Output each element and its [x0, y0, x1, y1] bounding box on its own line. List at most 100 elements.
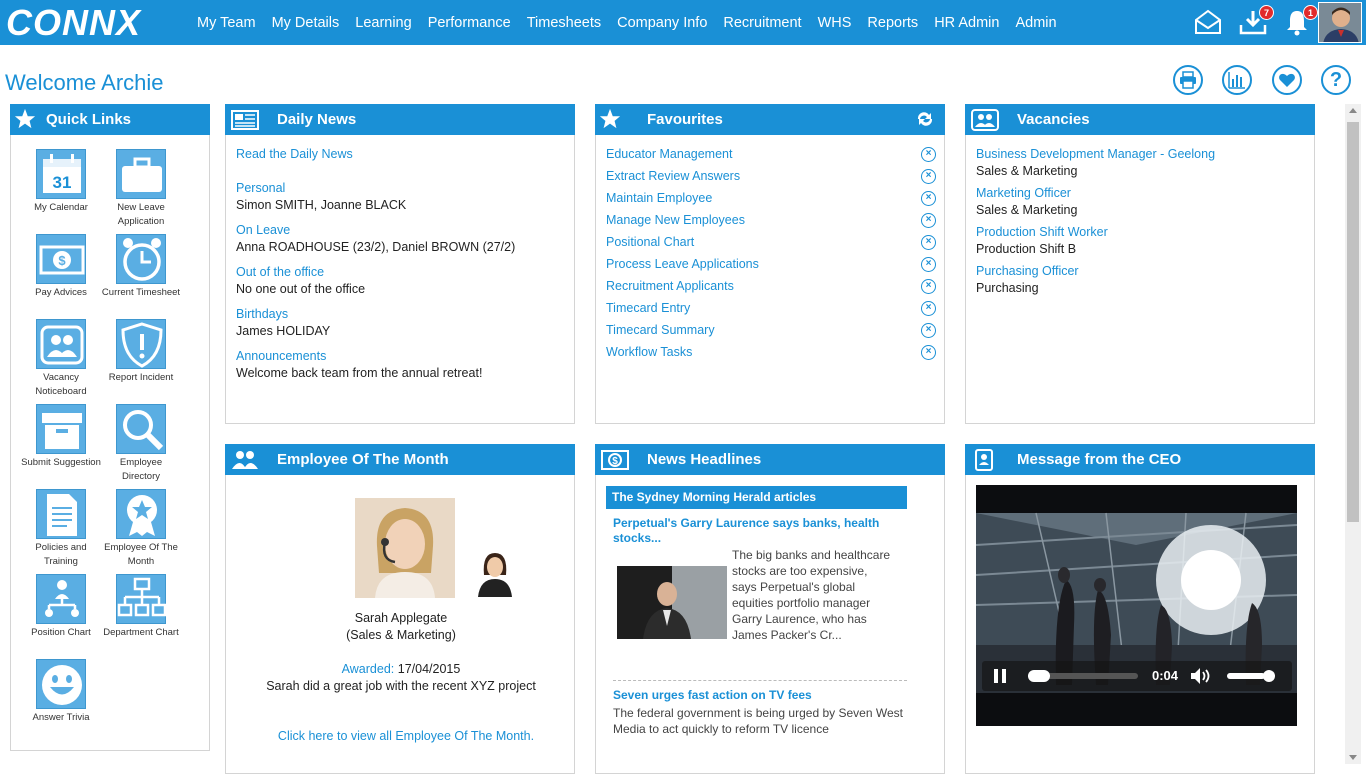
article-headline[interactable]: Seven urges fast action on TV fees	[613, 688, 903, 702]
page-scrollbar[interactable]	[1345, 104, 1361, 764]
pause-icon[interactable]	[992, 668, 1008, 684]
chart-icon[interactable]	[1222, 65, 1252, 95]
remove-favourite-icon[interactable]: ×	[921, 345, 936, 360]
vacancy-title-link[interactable]: Business Development Manager - Geelong	[976, 147, 1215, 161]
view-all-eotm-link[interactable]: Click here to view all Employee Of The M…	[226, 729, 586, 743]
user-avatar[interactable]	[1318, 2, 1362, 43]
calendar-icon: 31	[36, 149, 86, 199]
favourite-link[interactable]: Recruitment Applicants	[606, 279, 734, 293]
employee-thumbnail[interactable]	[470, 547, 520, 597]
volume-slider[interactable]	[1227, 670, 1276, 682]
quick-link-label: Position Chart	[31, 627, 91, 638]
article-summary: The big banks and healthcare stocks are …	[732, 548, 891, 642]
quick-link-employee-of-the-month[interactable]: Employee Of The Month	[101, 489, 181, 569]
ceo-video-player[interactable]: 0:04	[976, 485, 1297, 726]
mail-icon[interactable]	[1193, 7, 1223, 37]
download-icon[interactable]: 7	[1238, 5, 1274, 37]
scroll-thumb[interactable]	[1347, 122, 1359, 522]
scroll-down-arrow[interactable]	[1349, 755, 1357, 760]
news-section-heading[interactable]: Birthdays	[236, 307, 288, 321]
vacancy-title-link[interactable]: Purchasing Officer	[976, 264, 1079, 278]
nav-my-details[interactable]: My Details	[264, 15, 348, 31]
scroll-up-arrow[interactable]	[1349, 108, 1357, 113]
contact-card-icon	[975, 449, 993, 471]
remove-favourite-icon[interactable]: ×	[921, 213, 936, 228]
quick-link-department-chart[interactable]: Department Chart	[101, 574, 181, 640]
print-icon[interactable]	[1173, 65, 1203, 95]
quick-link-my-calendar[interactable]: 31 My Calendar	[21, 149, 101, 215]
favourite-link[interactable]: Positional Chart	[606, 235, 694, 249]
nav-admin[interactable]: Admin	[1007, 15, 1064, 31]
video-seek-handle[interactable]	[1028, 670, 1050, 682]
heart-icon[interactable]	[1272, 65, 1302, 95]
nav-performance[interactable]: Performance	[420, 15, 519, 31]
nav-reports[interactable]: Reports	[859, 15, 926, 31]
favourite-link[interactable]: Maintain Employee	[606, 191, 712, 205]
daily-news-panel: Daily News Read the Daily News Personal S…	[225, 104, 575, 424]
nav-hr-admin[interactable]: HR Admin	[926, 15, 1007, 31]
video-seek-bar[interactable]	[1028, 670, 1138, 682]
quick-link-vacancy-noticeboard[interactable]: Vacancy Noticeboard	[21, 319, 101, 399]
news-section-heading[interactable]: Personal	[236, 181, 285, 195]
eotm-title: Employee Of The Month	[277, 451, 449, 468]
news-section-heading[interactable]: Announcements	[236, 349, 326, 363]
remove-favourite-icon[interactable]: ×	[921, 301, 936, 316]
nav-learning[interactable]: Learning	[347, 15, 419, 31]
favourite-link[interactable]: Workflow Tasks	[606, 345, 692, 359]
shield-alert-icon	[116, 319, 166, 369]
quick-link-pay-advices[interactable]: $ Pay Advices	[21, 234, 101, 300]
remove-favourite-icon[interactable]: ×	[921, 257, 936, 272]
nav-whs[interactable]: WHS	[810, 15, 860, 31]
quick-link-label: Current Timesheet	[101, 287, 181, 298]
quick-link-answer-trivia[interactable]: Answer Trivia	[21, 659, 101, 725]
svg-text:$: $	[612, 456, 618, 467]
award-icon	[116, 489, 166, 539]
read-daily-news-link[interactable]: Read the Daily News	[236, 147, 353, 161]
remove-favourite-icon[interactable]: ×	[921, 147, 936, 162]
favourite-link[interactable]: Extract Review Answers	[606, 169, 740, 183]
nav-company-info[interactable]: Company Info	[609, 15, 715, 31]
favourite-link[interactable]: Timecard Entry	[606, 301, 690, 315]
remove-favourite-icon[interactable]: ×	[921, 191, 936, 206]
ceo-header: Message from the CEO	[965, 444, 1315, 475]
quick-link-new-leave-application[interactable]: New Leave Application	[101, 149, 181, 229]
remove-favourite-icon[interactable]: ×	[921, 323, 936, 338]
quick-link-employee-directory[interactable]: Employee Directory	[101, 404, 181, 484]
nav-recruitment[interactable]: Recruitment	[715, 15, 809, 31]
volume-icon[interactable]	[1190, 667, 1212, 685]
news-section-text: No one out of the office	[236, 282, 366, 296]
quick-link-label: New Leave Application	[117, 202, 165, 227]
nav-my-team[interactable]: My Team	[189, 15, 264, 31]
quick-link-label: Employee Of The Month	[104, 542, 178, 567]
remove-favourite-icon[interactable]: ×	[921, 235, 936, 250]
news-section-heading[interactable]: Out of the office	[236, 265, 324, 279]
help-icon[interactable]: ?	[1321, 65, 1351, 95]
connx-logo[interactable]: CONNX	[6, 5, 162, 39]
vacancy-title-link[interactable]: Marketing Officer	[976, 186, 1071, 200]
quick-link-current-timesheet[interactable]: Current Timesheet	[101, 234, 181, 300]
bell-icon[interactable]: 1	[1282, 5, 1318, 37]
favourite-link[interactable]: Timecard Summary	[606, 323, 715, 337]
remove-favourite-icon[interactable]: ×	[921, 169, 936, 184]
favourites-title: Favourites	[647, 111, 723, 128]
quick-link-position-chart[interactable]: Position Chart	[21, 574, 101, 640]
vacancy-title-link[interactable]: Production Shift Worker	[976, 225, 1108, 239]
news-section-heading[interactable]: On Leave	[236, 223, 290, 237]
quick-link-report-incident[interactable]: Report Incident	[101, 319, 181, 385]
quick-link-policies-and-training[interactable]: Policies and Training	[21, 489, 101, 569]
favourite-link[interactable]: Educator Management	[606, 147, 732, 161]
nav-timesheets[interactable]: Timesheets	[519, 15, 609, 31]
volume-handle[interactable]	[1263, 670, 1276, 682]
favourite-link[interactable]: Manage New Employees	[606, 213, 745, 227]
star-icon	[599, 108, 621, 129]
favourite-link[interactable]: Process Leave Applications	[606, 257, 759, 271]
article-photo[interactable]	[617, 566, 727, 639]
article-headline[interactable]: Perpetual's Garry Laurence says banks, h…	[613, 516, 893, 546]
refresh-icon[interactable]	[915, 111, 935, 127]
eotm-header: Employee Of The Month	[225, 444, 575, 475]
news-headlines-title: News Headlines	[647, 451, 762, 468]
favourite-item: Extract Review Answers ×	[606, 166, 936, 188]
remove-favourite-icon[interactable]: ×	[921, 279, 936, 294]
quick-link-submit-suggestion[interactable]: Submit Suggestion	[21, 404, 101, 470]
news-section-text: Welcome back team from the annual retrea…	[236, 366, 483, 380]
